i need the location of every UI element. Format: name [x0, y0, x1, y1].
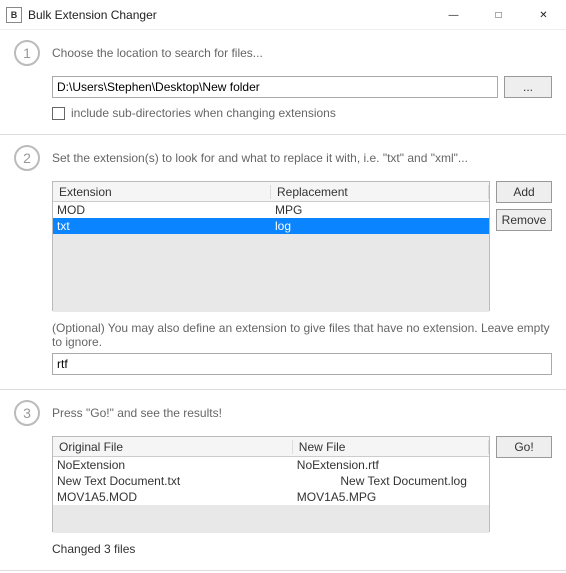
include-subdirs-label: include sub-directories when changing ex…	[71, 106, 336, 120]
col-extension[interactable]: Extension	[53, 185, 271, 199]
minimize-button[interactable]: —	[431, 0, 476, 30]
table-row[interactable]: NoExtension NoExtension.rtf	[53, 457, 489, 473]
grid-empty-area	[53, 234, 489, 312]
noext-input[interactable]	[52, 353, 552, 375]
col-original-file[interactable]: Original File	[53, 440, 293, 454]
remove-button[interactable]: Remove	[496, 209, 552, 231]
extension-grid[interactable]: Extension Replacement MOD MPG txt log	[52, 181, 490, 311]
step2-section: 2 Set the extension(s) to look for and w…	[0, 135, 566, 390]
grid-empty-area	[53, 505, 489, 533]
step3-heading: Press "Go!" and see the results!	[52, 406, 222, 420]
go-button[interactable]: Go!	[496, 436, 552, 458]
results-grid[interactable]: Original File New File NoExtension NoExt…	[52, 436, 490, 532]
step2-badge: 2	[14, 145, 40, 171]
col-new-file[interactable]: New File	[293, 440, 489, 454]
add-button[interactable]: Add	[496, 181, 552, 203]
step1-section: 1 Choose the location to search for file…	[0, 30, 566, 135]
titlebar: B Bulk Extension Changer — □ ✕	[0, 0, 566, 30]
step2-heading: Set the extension(s) to look for and wha…	[52, 151, 468, 165]
browse-button[interactable]: ...	[504, 76, 552, 98]
results-grid-header: Original File New File	[53, 437, 489, 457]
step3-section: 3 Press "Go!" and see the results! Origi…	[0, 390, 566, 571]
table-row[interactable]: New Text Document.txt New Text Document.…	[53, 473, 489, 489]
step1-heading: Choose the location to search for files.…	[52, 46, 263, 60]
col-replacement[interactable]: Replacement	[271, 185, 489, 199]
window-buttons: — □ ✕	[431, 0, 566, 29]
table-row[interactable]: MOD MPG	[53, 202, 489, 218]
window-title: Bulk Extension Changer	[28, 8, 431, 22]
extension-grid-header: Extension Replacement	[53, 182, 489, 202]
table-row[interactable]: MOV1A5.MOD MOV1A5.MPG	[53, 489, 489, 505]
app-icon: B	[6, 7, 22, 23]
noext-note: (Optional) You may also define an extens…	[52, 321, 552, 349]
maximize-button[interactable]: □	[476, 0, 521, 30]
close-button[interactable]: ✕	[521, 0, 566, 30]
table-row[interactable]: txt log	[53, 218, 489, 234]
include-subdirs-checkbox[interactable]	[52, 107, 65, 120]
step3-badge: 3	[14, 400, 40, 426]
step1-badge: 1	[14, 40, 40, 66]
path-input[interactable]	[52, 76, 498, 98]
status-text: Changed 3 files	[52, 542, 552, 556]
